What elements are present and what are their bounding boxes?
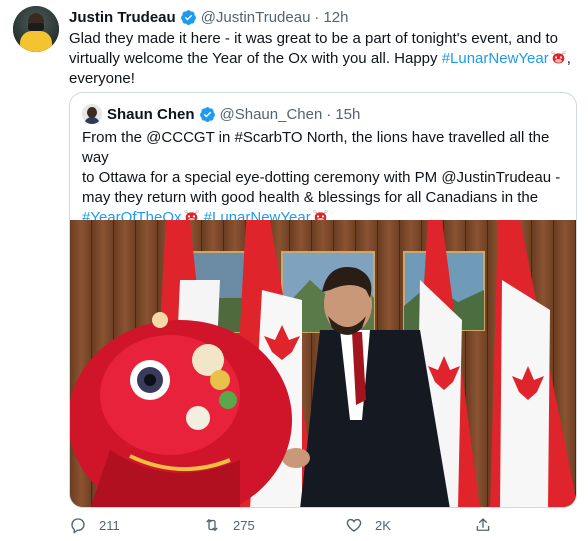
quoted-avatar-body — [84, 117, 100, 124]
like-count: 2K — [375, 517, 391, 533]
quoted-tweet[interactable]: Shaun Chen @Shaun_Chen · 15h From the @C… — [69, 92, 577, 508]
quoted-author-handle[interactable]: @Shaun_Chen — [220, 106, 323, 123]
share-button[interactable] — [474, 514, 492, 536]
retweet-count: 275 — [233, 517, 255, 533]
quoted-author-avatar[interactable] — [82, 104, 102, 124]
like-icon — [346, 518, 362, 532]
tweet[interactable]: Justin Trudeau @JustinTrudeau · 12h Glad… — [0, 0, 588, 541]
quoted-header-separator: · — [326, 105, 332, 123]
quoted-text-line-2: to Ottawa for a special eye-dotting cere… — [82, 169, 561, 186]
avatar-mask — [28, 23, 44, 31]
share-icon — [476, 518, 490, 531]
tweet-text-comma: , — [566, 50, 571, 67]
author-name[interactable]: Justin Trudeau — [69, 9, 176, 26]
like-button[interactable]: 2K — [345, 514, 391, 536]
reply-count: 211 — [99, 517, 120, 533]
author-handle[interactable]: @JustinTrudeau — [201, 9, 311, 26]
quoted-avatar-head — [87, 107, 97, 118]
verified-badge-icon — [180, 9, 196, 25]
ox-emoji-icon — [551, 51, 566, 64]
quoted-text-line-1: From the @CCCGT in #ScarbTO North, the l… — [82, 129, 550, 166]
quoted-tweet-text: From the @CCCGT in #ScarbTO North, the l… — [82, 128, 572, 228]
quoted-text-line-3: may they return with good health & bless… — [82, 189, 539, 206]
reply-icon — [71, 518, 85, 534]
tweet-media-photo[interactable] — [70, 220, 576, 507]
retweet-button[interactable]: 275 — [203, 514, 255, 536]
author-avatar[interactable] — [13, 6, 59, 52]
tweet-text-end: everyone! — [69, 70, 135, 87]
header-separator: · — [314, 8, 320, 26]
quoted-author-name[interactable]: Shaun Chen — [107, 106, 195, 123]
quoted-timestamp[interactable]: 15h — [335, 106, 360, 123]
retweet-icon — [206, 519, 218, 531]
tweet-header: Justin Trudeau @JustinTrudeau · 12h — [69, 7, 348, 27]
tweet-action-bar: 211 275 2K — [69, 514, 509, 536]
tweet-text: Glad they made it here - it was great to… — [69, 29, 579, 89]
quoted-tweet-header: Shaun Chen @Shaun_Chen · 15h — [82, 104, 360, 124]
verified-badge-icon — [199, 106, 215, 122]
hashtag-link[interactable]: #LunarNewYear — [442, 50, 549, 67]
reply-button[interactable]: 211 — [69, 514, 120, 536]
tweet-timestamp[interactable]: 12h — [323, 9, 348, 26]
lion-dance-photo — [70, 220, 576, 507]
avatar-body — [20, 31, 52, 52]
